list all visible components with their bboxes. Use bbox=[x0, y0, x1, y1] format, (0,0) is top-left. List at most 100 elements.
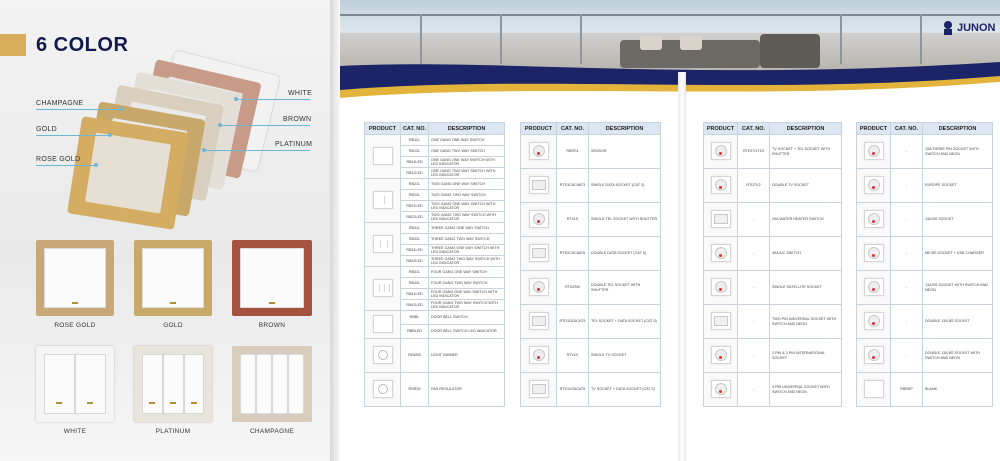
product-image-cell bbox=[856, 168, 891, 203]
table-row: RBRS1 SENSOR bbox=[520, 134, 661, 169]
table-row: RSR30 FAN REGULATOR bbox=[364, 372, 505, 407]
product-table-switches: PRODUCT CAT. NO. DESCRIPTION RB11L ONE GA… bbox=[364, 122, 505, 407]
swatch-platinum bbox=[134, 346, 212, 422]
col-header-cat-no: CAT. NO. bbox=[737, 122, 770, 135]
table-row: RTV1VC6CAT5 TV SOCKET + DATA SOCKET (CAT … bbox=[520, 372, 661, 407]
product-thumbnail bbox=[863, 175, 884, 194]
product-image-cell bbox=[520, 134, 557, 169]
cat-no-cell: - bbox=[890, 236, 923, 271]
description-cell: FOUR GANG TWO WAY SWITCH WITH LED INDICA… bbox=[428, 299, 505, 311]
product-image-cell bbox=[520, 168, 557, 203]
product-thumbnail bbox=[710, 277, 731, 296]
product-thumbnail bbox=[372, 345, 393, 364]
product-image-cell bbox=[856, 304, 891, 339]
table-row: -13A BS SOCKET WITH SWITCH AND NEON bbox=[856, 270, 993, 305]
product-thumbnail bbox=[863, 345, 884, 364]
description-cell: ONE GANG ONE WAY SWITCH bbox=[428, 134, 505, 146]
cat-no-cell: - bbox=[737, 270, 770, 305]
col-header-description: DESCRIPTION bbox=[769, 122, 842, 135]
cat-no-cell: RTV1V bbox=[556, 338, 589, 373]
cat-no-cell: - bbox=[737, 338, 770, 373]
page-title: 6 COLOR bbox=[36, 34, 129, 56]
product-image-cell bbox=[703, 372, 738, 407]
callout-dot bbox=[234, 97, 238, 101]
product-image-cell bbox=[703, 338, 738, 373]
description-cell: 15A THREE PIN SOCKET WITH SWITCH AND NEO… bbox=[922, 134, 993, 169]
cat-no-cell: - bbox=[737, 372, 770, 407]
table-row: RTDTV1T1S TV SOCKET + TEL SOCKET WITH SHU… bbox=[703, 134, 842, 169]
table-row: RTD2C6C6AT6 DOUBLE DATA SOCKET (CAT 6) bbox=[520, 236, 661, 271]
table-row: RB11L ONE GANG ONE WAY SWITCH bbox=[364, 134, 505, 179]
table-row: RTV1V SINGLE TV SOCKET bbox=[520, 338, 661, 373]
product-thumbnail bbox=[863, 379, 884, 398]
swatch-rose-gold bbox=[36, 240, 114, 316]
product-thumbnail bbox=[863, 243, 884, 262]
cat-no-cell: RBBL bbox=[400, 310, 429, 325]
table-row: -3 PIN UNIVERSAL SOCKET WITH SWITCH AND … bbox=[703, 372, 842, 407]
product-thumbnail bbox=[863, 277, 884, 296]
description-cell: TWO GANG ONE WAY SWITCH WITH LED INDICAT… bbox=[428, 200, 505, 212]
cat-no-cell: RB31LED bbox=[400, 244, 429, 256]
callout-line bbox=[236, 99, 310, 100]
description-cell: TWO GANG TWO WAY SWITCH bbox=[428, 189, 505, 201]
product-table-tv-sockets: PRODUCT CAT. NO. DESCRIPTION RTDTV1T1S TV… bbox=[703, 122, 842, 407]
product-image-cell bbox=[520, 338, 557, 373]
product-thumbnail bbox=[528, 141, 549, 160]
frame-rose-gold bbox=[66, 116, 190, 230]
description-cell: SINGLE DATA SOCKET (CAT 3) bbox=[588, 168, 661, 203]
product-image-cell bbox=[856, 134, 891, 169]
swatch-label: CHAMPAGNE bbox=[249, 428, 295, 435]
col-header-cat-no: CAT. NO. bbox=[400, 122, 429, 135]
cat-no-cell: RBBLED bbox=[400, 324, 429, 339]
title-accent-bar bbox=[0, 34, 26, 56]
col-header-description: DESCRIPTION bbox=[428, 122, 505, 135]
cat-no-cell: - bbox=[890, 338, 923, 373]
description-cell: THREE GANG TWO WAY SWITCH WITH LED INDIC… bbox=[428, 255, 505, 267]
product-thumbnail bbox=[710, 379, 731, 398]
description-cell: THREE GANG ONE WAY SWITCH bbox=[428, 222, 505, 234]
description-cell: TV SOCKET + TEL SOCKET WITH SHUTTER bbox=[769, 134, 842, 169]
product-thumbnail bbox=[372, 234, 393, 253]
description-cell: ONE GANG ONE WAY SWITCH WITH LED INDICAT… bbox=[428, 156, 505, 168]
product-image-cell bbox=[703, 168, 738, 203]
col-header-description: DESCRIPTION bbox=[922, 122, 993, 135]
description-cell: SENSOR bbox=[588, 134, 661, 169]
callout-champagne: CHAMPAGNE bbox=[36, 100, 84, 107]
product-thumbnail bbox=[710, 243, 731, 262]
description-cell: DOUBLE TV SOCKET bbox=[769, 168, 842, 203]
product-thumbnail bbox=[528, 345, 549, 364]
cat-no-cell: RBBKP bbox=[890, 372, 923, 407]
description-cell: THREE GANG ONE WAY SWITCH WITH LED INDIC… bbox=[428, 244, 505, 256]
col-header-product: PRODUCT bbox=[520, 122, 557, 135]
product-thumbnail bbox=[372, 278, 393, 297]
description-cell: FOUR GANG ONE WAY SWITCH WITH LED INDICA… bbox=[428, 288, 505, 300]
cat-no-cell: RBRS1 bbox=[556, 134, 589, 169]
cat-no-cell: - bbox=[890, 134, 923, 169]
cat-no-cell: RB31L bbox=[400, 222, 429, 234]
product-thumbnail bbox=[863, 311, 884, 330]
brand-wave bbox=[340, 62, 1000, 112]
callout-line bbox=[36, 165, 96, 166]
callout-line bbox=[204, 150, 310, 151]
brand-logo: JUNON bbox=[957, 22, 996, 34]
description-cell: 2 PIN & 3 PIN INTERNATIONAL SOCKET bbox=[769, 338, 842, 373]
cat-no-cell: RT02SW bbox=[556, 270, 589, 305]
description-cell: EUROPE SOCKET bbox=[922, 168, 993, 203]
col-header-cat-no: CAT. NO. bbox=[556, 122, 589, 135]
table-row: -2 PIN & 3 PIN INTERNATIONAL SOCKET bbox=[703, 338, 842, 373]
callout-brown: BROWN bbox=[283, 116, 312, 123]
description-cell: DOUBLE 13A BS SOCKET bbox=[922, 304, 993, 339]
table-row: -15A THREE PIN SOCKET WITH SWITCH AND NE… bbox=[856, 134, 993, 169]
color-page: 6 COLOR CHAMPAGNE GOLD ROSE GOLD WHITE B… bbox=[0, 0, 330, 461]
product-thumbnail bbox=[372, 314, 393, 333]
table-row: RBBKP BLANK bbox=[856, 372, 993, 407]
cat-no-cell: - bbox=[890, 168, 923, 203]
swatch-label: BROWN bbox=[258, 322, 286, 329]
cat-no-cell: RB42LED bbox=[400, 299, 429, 311]
product-thumbnail bbox=[528, 243, 549, 262]
description-cell: LIGHT DIMMER bbox=[428, 338, 505, 373]
callout-gold: GOLD bbox=[36, 126, 58, 133]
product-image-cell bbox=[364, 372, 401, 407]
product-thumbnail bbox=[528, 277, 549, 296]
callout-dot bbox=[218, 123, 222, 127]
